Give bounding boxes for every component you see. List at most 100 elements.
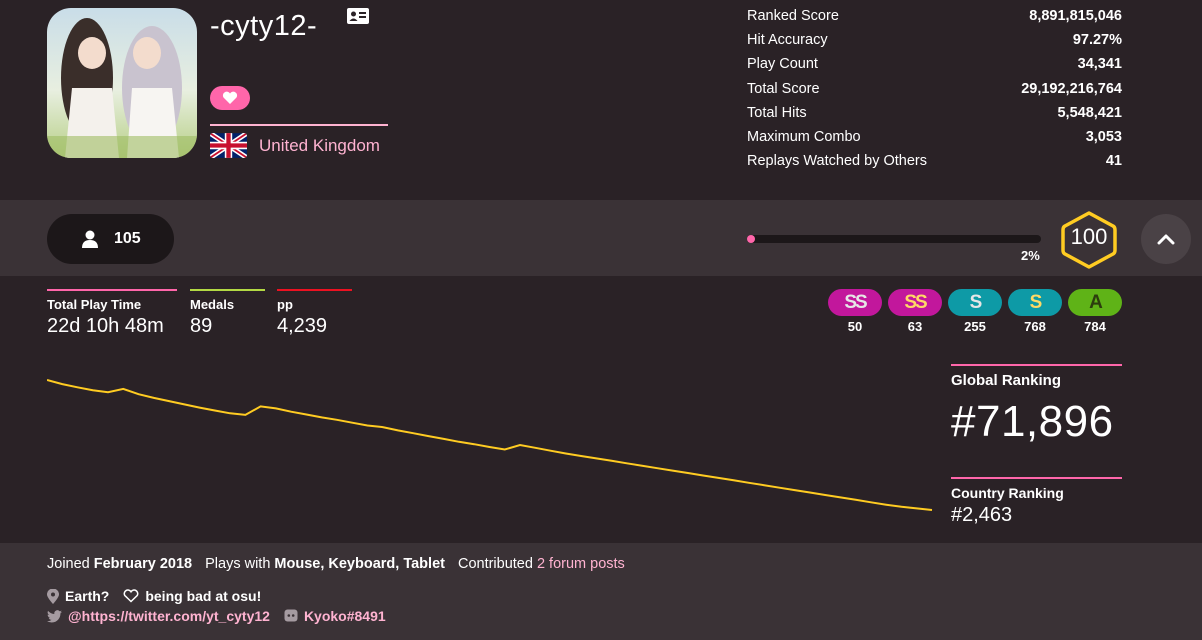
location-item: Earth? [47, 588, 109, 604]
country-ranking-value: #2,463 [951, 504, 1013, 526]
stat-value: 34,341 [1077, 56, 1122, 73]
user-icon [82, 230, 98, 248]
interests-item: being bad at osu! [123, 588, 261, 604]
twitter-link[interactable]: @https://twitter.com/yt_cyty12 [68, 608, 270, 624]
stat-label: Total Hits [747, 104, 807, 121]
contributions-prefix: Contributed [457, 556, 533, 572]
forum-posts-link[interactable]: 2 forum posts [537, 556, 625, 572]
country-ranking-label: Country Ranking [951, 485, 1064, 501]
grade-count: 63 [907, 319, 923, 334]
grade-badge: SS [888, 289, 942, 316]
ministat-bar [277, 289, 352, 291]
ministat-pp: pp 4,239 [277, 289, 352, 338]
stat-value: 29,192,216,764 [1021, 80, 1122, 97]
stat-row: Total Score 29,192,216,764 [747, 81, 1122, 105]
interests-text: being bad at osu! [145, 588, 262, 604]
twitter-item[interactable]: @https://twitter.com/yt_cyty12 [47, 608, 270, 624]
ministat-label: Total Play Time [47, 297, 142, 312]
location-text: Earth? [65, 588, 110, 604]
grade-counts: SS 50 SS 63 S 255 S 768 A 784 [828, 289, 1128, 334]
stat-row: Maximum Combo 3,053 [747, 129, 1122, 153]
grade-badge: A [1068, 289, 1122, 316]
map-marker-icon [47, 588, 59, 604]
user-card-icon[interactable] [347, 8, 369, 24]
joined-info: Joined February 2018 [47, 556, 192, 572]
country-ranking-bar [951, 477, 1122, 479]
stat-value: 97.27% [1072, 32, 1122, 49]
username: -cyty12- [210, 10, 318, 42]
avatar[interactable] [47, 8, 197, 158]
discord-item[interactable]: Kyoko#8491 [284, 608, 386, 624]
global-ranking: Global Ranking #71,896 [951, 364, 1122, 447]
grade-item: SS 63 [888, 289, 942, 334]
level-number: 100 [1070, 224, 1108, 249]
stat-label: Total Score [747, 80, 820, 97]
grade-item: S 768 [1008, 289, 1062, 334]
ministat-value: 22d 10h 48m [47, 315, 164, 337]
ministat-label: Medals [190, 297, 235, 312]
grade-badge: S [948, 289, 1002, 316]
stat-row: Play Count 34,341 [747, 56, 1122, 80]
global-ranking-value: #71,896 [951, 397, 1114, 446]
discord-text[interactable]: Kyoko#8491 [304, 608, 386, 624]
ministat-medals: Medals 89 [190, 289, 265, 338]
grade-item: S 255 [948, 289, 1002, 334]
stat-row: Ranked Score 8,891,815,046 [747, 8, 1122, 32]
stat-row: Replays Watched by Others 41 [747, 153, 1122, 177]
twitter-icon [47, 609, 62, 622]
level-progress-text: 2% [1021, 248, 1040, 263]
stat-value: 5,548,421 [1057, 104, 1122, 121]
global-ranking-bar [951, 364, 1122, 366]
country-ranking: Country Ranking #2,463 [951, 477, 1122, 527]
discord-icon [284, 609, 298, 622]
ministat-label: pp [277, 297, 293, 312]
stat-label: Hit Accuracy [747, 32, 828, 49]
grade-count: 50 [847, 319, 863, 334]
grade-item: SS 50 [828, 289, 882, 334]
global-ranking-label: Global Ranking [951, 372, 1062, 389]
stat-label: Ranked Score [747, 8, 839, 24]
grade-count: 768 [1024, 319, 1046, 334]
heart-outline-icon [123, 589, 139, 603]
chevron-up-icon [1157, 234, 1175, 245]
rank-history-line [47, 379, 933, 511]
joined-date: February 2018 [93, 556, 193, 572]
ministat-bar [47, 289, 177, 291]
collapse-header-button[interactable] [1141, 214, 1191, 264]
stat-row: Hit Accuracy 97.27% [747, 32, 1122, 56]
ministat-value: 4,239 [277, 315, 328, 337]
supporter-divider [210, 124, 388, 126]
grade-count: 255 [964, 319, 986, 334]
level-progress-fill [747, 235, 755, 243]
heart-icon [222, 91, 238, 104]
supporter-badge[interactable] [210, 86, 250, 110]
plays-with-info: Plays with Mouse, Keyboard, Tablet [205, 556, 445, 572]
rank-history-chart[interactable] [47, 370, 937, 520]
stat-value: 3,053 [1085, 128, 1122, 145]
profile-extra-line: Earth? being bad at osu! [47, 588, 261, 604]
country-link[interactable]: United Kingdom [259, 136, 380, 156]
uk-flag-icon[interactable] [210, 133, 247, 158]
stat-value: 8,891,815,046 [1029, 8, 1122, 24]
plays-with-value: Mouse, Keyboard, Tablet [274, 556, 445, 572]
grade-item: A 784 [1068, 289, 1122, 334]
follower-count: 105 [114, 230, 141, 247]
profile-social-line: @https://twitter.com/yt_cyty12 Kyoko#849… [47, 608, 386, 624]
grade-badge: SS [828, 289, 882, 316]
grade-count: 784 [1084, 319, 1106, 334]
stat-value: 41 [1105, 153, 1122, 170]
plays-with-prefix: Plays with [205, 556, 271, 572]
level-progress-track [747, 235, 1041, 243]
stat-row: Total Hits 5,548,421 [747, 105, 1122, 129]
stat-label: Play Count [747, 56, 818, 73]
joined-prefix: Joined [47, 556, 90, 572]
ministat-bar [190, 289, 265, 291]
followers-button[interactable]: 105 [47, 214, 174, 264]
ministat-value: 89 [190, 315, 213, 337]
stat-label: Replays Watched by Others [747, 153, 927, 170]
profile-info-line: Joined February 2018 Plays with Mouse, K… [47, 556, 625, 572]
ministat-playtime: Total Play Time 22d 10h 48m [47, 289, 177, 338]
stat-label: Maximum Combo [747, 128, 861, 145]
contributions-info: Contributed 2 forum posts [458, 556, 625, 572]
grade-badge: S [1008, 289, 1062, 316]
